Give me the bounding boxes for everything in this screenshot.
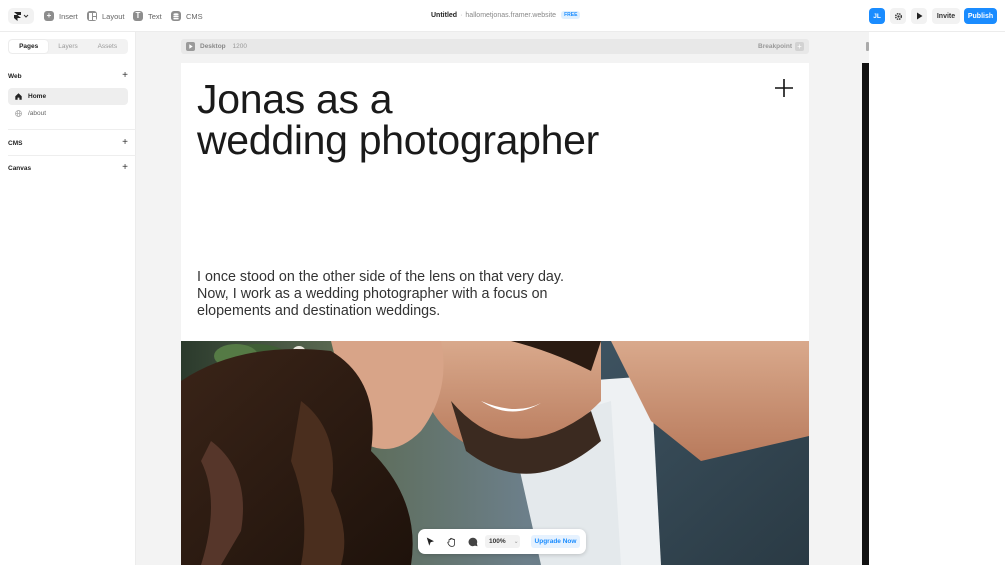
section-divider	[8, 155, 136, 156]
sidebar-item-label: Home	[28, 93, 47, 100]
frame-name: Desktop	[200, 43, 226, 50]
section-divider	[8, 129, 136, 130]
invite-button[interactable]: Invite	[932, 8, 960, 24]
cms-tool[interactable]: CMS	[171, 9, 203, 23]
frame-label: Desktop 1200	[200, 43, 247, 50]
hero-headline[interactable]: Jonas as a wedding photographer	[197, 79, 717, 161]
publish-button[interactable]: Publish	[964, 8, 997, 24]
layout-label: Layout	[102, 11, 125, 21]
play-icon	[916, 12, 922, 20]
text-label: Text	[148, 11, 162, 21]
gear-icon	[894, 12, 902, 20]
tab-assets[interactable]: Assets	[88, 40, 127, 53]
add-page-icon[interactable]: +	[122, 71, 128, 81]
top-toolbar: + Insert Layout T Text CMS Untitled · ha…	[0, 0, 1005, 32]
project-title: Untitled	[431, 11, 458, 19]
section-web-label: Web	[8, 72, 22, 80]
upgrade-button[interactable]: Upgrade Now	[531, 535, 580, 548]
project-title-area[interactable]: Untitled · hallometjonas.framer.website …	[431, 11, 581, 19]
add-canvas-icon[interactable]: +	[122, 163, 128, 173]
chevron-down-icon: ⌄	[513, 539, 519, 545]
tab-layers[interactable]: Layers	[48, 40, 87, 53]
section-cms: CMS +	[8, 138, 128, 148]
zoom-select[interactable]: 100% ⌄	[485, 535, 520, 548]
text-tool[interactable]: T Text	[133, 9, 162, 23]
zoom-value: 100%	[489, 538, 506, 545]
add-breakpoint[interactable]: Breakpoint +	[758, 42, 804, 51]
chevron-down-icon	[23, 14, 28, 18]
cursor-icon	[426, 537, 434, 546]
properties-panel	[869, 32, 1005, 565]
design-canvas[interactable]: Desktop 1200 Breakpoint + Jonas as a wed…	[136, 32, 869, 565]
globe-icon	[15, 110, 22, 117]
bottom-toolbar: 100% ⌄ Upgrade Now	[418, 529, 586, 554]
insert-label: Insert	[59, 11, 78, 21]
insert-tool[interactable]: + Insert	[44, 9, 78, 23]
title-separator: ·	[460, 11, 463, 19]
add-cms-icon[interactable]: +	[122, 138, 128, 148]
framer-logo-icon	[13, 11, 21, 21]
desktop-frame[interactable]: Jonas as a wedding photographer I once s…	[181, 63, 809, 565]
sidebar-item-home[interactable]: Home	[8, 88, 128, 105]
frame-header[interactable]: Desktop 1200 Breakpoint +	[181, 39, 809, 54]
plus-icon: +	[795, 42, 804, 51]
sidebar-item-label: /about	[28, 110, 47, 117]
section-cms-label: CMS	[8, 139, 23, 147]
headline-line-2: wedding photographer	[197, 117, 600, 163]
hand-icon	[446, 537, 455, 547]
layout-icon	[87, 11, 97, 21]
settings-button[interactable]	[890, 8, 906, 24]
adjacent-frame[interactable]	[862, 63, 869, 565]
frame-preview-icon[interactable]	[186, 42, 195, 51]
home-icon	[15, 93, 22, 100]
sidebar-tabs: Pages Layers Assets	[8, 39, 128, 54]
frame-width: 1200	[232, 43, 247, 50]
comment-tool[interactable]	[466, 535, 479, 548]
breakpoint-label: Breakpoint	[758, 43, 792, 50]
text-icon: T	[133, 11, 143, 21]
comment-icon	[468, 537, 477, 546]
section-canvas: Canvas +	[8, 163, 128, 173]
left-sidebar: Pages Layers Assets Web + Home /about CM…	[0, 32, 136, 565]
avatar[interactable]: JL	[869, 8, 885, 24]
layout-tool[interactable]: Layout	[87, 9, 125, 23]
section-canvas-label: Canvas	[8, 164, 32, 172]
menu-plus-icon[interactable]	[773, 77, 795, 99]
preview-button[interactable]	[911, 8, 927, 24]
select-tool[interactable]	[424, 535, 437, 548]
site-domain[interactable]: hallometjonas.framer.website	[465, 12, 556, 19]
tab-pages[interactable]: Pages	[9, 40, 49, 53]
sidebar-item-about[interactable]: /about	[8, 105, 128, 122]
framer-menu-button[interactable]	[8, 8, 34, 24]
intro-paragraph[interactable]: I once stood on the other side of the le…	[197, 269, 577, 320]
plan-badge: FREE	[561, 11, 581, 19]
hand-tool[interactable]	[445, 535, 458, 548]
headline-line-1: Jonas as a	[197, 76, 393, 122]
section-web: Web +	[8, 71, 128, 81]
cms-label: CMS	[186, 11, 203, 21]
plus-icon: +	[44, 11, 54, 21]
database-icon	[171, 11, 181, 21]
